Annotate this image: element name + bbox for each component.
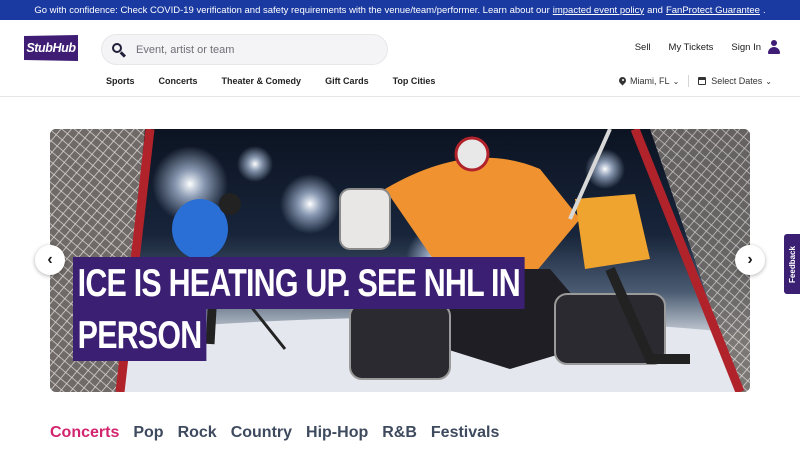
logo-text: StubHub: [26, 41, 76, 55]
my-tickets-link[interactable]: My Tickets: [669, 42, 714, 53]
covid-banner: Go with confidence: Check COVID-19 verif…: [0, 0, 800, 20]
account-links: Sell My Tickets Sign In: [635, 40, 780, 54]
hero-headline-line-2: PERSON: [73, 309, 207, 361]
nav-theater-comedy[interactable]: Theater & Comedy: [222, 76, 302, 86]
feedback-label: Feedback: [787, 245, 797, 283]
carousel-next-button[interactable]: ›: [735, 245, 765, 275]
site-header: StubHub Sell My Tickets Sign In Sports C…: [0, 20, 800, 97]
chevron-down-icon: ⌄: [672, 76, 680, 86]
chevron-left-icon: ‹: [47, 251, 53, 268]
chevron-down-icon: ⌄: [765, 76, 772, 86]
hero-carousel[interactable]: ICE IS HEATING UP. SEE NHL IN PERSON: [50, 129, 750, 392]
nav-top-cities[interactable]: Top Cities: [393, 76, 436, 86]
hero-headline-line-1: ICE IS HEATING UP. SEE NHL IN: [73, 257, 525, 309]
hero-headline[interactable]: ICE IS HEATING UP. SEE NHL IN PERSON: [73, 257, 525, 361]
user-icon[interactable]: [768, 40, 780, 54]
fanprotect-guarantee-link[interactable]: FanProtect Guarantee: [666, 5, 760, 16]
banner-and: and: [647, 4, 663, 16]
nav-concerts[interactable]: Concerts: [159, 76, 198, 86]
location-pin-icon: [619, 77, 626, 86]
search-icon: [112, 42, 127, 57]
tab-pop[interactable]: Pop: [133, 424, 163, 442]
location-selector[interactable]: Miami, FL: [630, 76, 670, 86]
location-date-nav: Miami, FL ⌄ Select Dates ⌄: [619, 75, 772, 87]
impacted-event-policy-link[interactable]: impacted event policy: [553, 5, 644, 16]
sell-link[interactable]: Sell: [635, 42, 651, 53]
tab-country[interactable]: Country: [231, 424, 292, 442]
tab-rock[interactable]: Rock: [178, 424, 217, 442]
calendar-icon: [698, 77, 707, 85]
sign-in-link[interactable]: Sign In: [731, 42, 761, 53]
nav-sports[interactable]: Sports: [106, 76, 135, 86]
tab-festivals[interactable]: Festivals: [431, 424, 499, 442]
nav-gift-cards[interactable]: Gift Cards: [325, 76, 369, 86]
tab-rnb[interactable]: R&B: [382, 424, 417, 442]
search-bar[interactable]: [101, 34, 388, 65]
date-selector[interactable]: Select Dates: [711, 76, 762, 86]
genre-tabs: Concerts Pop Rock Country Hip-Hop R&B Fe…: [50, 424, 513, 442]
banner-end: .: [762, 4, 766, 16]
search-input[interactable]: [136, 43, 366, 56]
carousel-prev-button[interactable]: ‹: [35, 245, 65, 275]
tab-concerts[interactable]: Concerts: [50, 424, 119, 442]
divider: [688, 75, 690, 87]
feedback-tab[interactable]: Feedback: [784, 234, 800, 294]
category-nav: Sports Concerts Theater & Comedy Gift Ca…: [106, 76, 459, 86]
chevron-right-icon: ›: [747, 251, 753, 268]
tab-hip-hop[interactable]: Hip-Hop: [306, 424, 368, 442]
banner-text: Go with confidence: Check COVID-19 verif…: [34, 4, 550, 16]
stubhub-logo[interactable]: StubHub: [24, 35, 78, 61]
